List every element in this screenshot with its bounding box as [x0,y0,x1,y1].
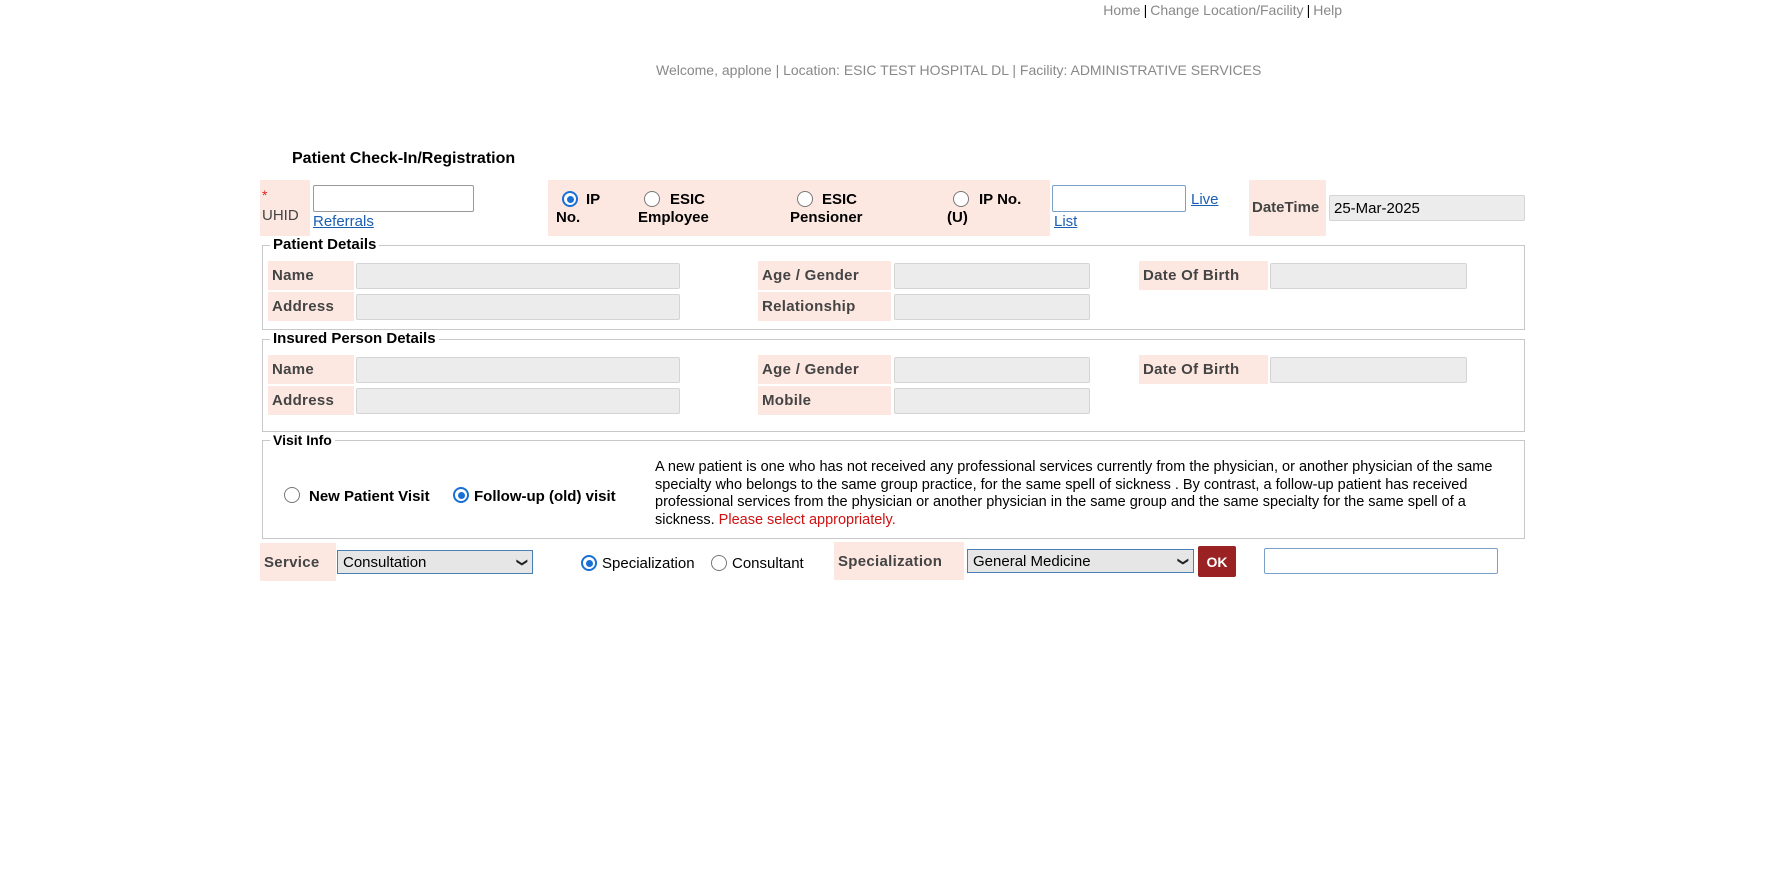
specialization-select[interactable]: General Medicine ❯ [967,549,1194,573]
uhid-label-cell: * UHID [260,180,310,236]
insured-address-field [356,388,680,414]
uhid-label: UHID [262,207,299,224]
extra-input[interactable] [1264,548,1498,574]
specialization-select-value: General Medicine [973,552,1091,570]
datetime-label: DateTime [1252,199,1320,216]
insured-details-legend: Insured Person Details [270,330,439,347]
insured-name-field [356,357,680,383]
patient-details-legend: Patient Details [270,236,380,253]
service-select[interactable]: Consultation ❯ [337,550,533,574]
home-link[interactable]: Home [1103,2,1140,18]
insured-address-label: Address [268,386,354,415]
visit-info-legend: Visit Info [270,432,335,448]
required-mark: * [262,187,268,203]
chevron-down-icon: ❯ [515,557,528,567]
insured-dob-label: Date Of Birth [1139,355,1268,384]
top-nav: Home | Change Location/Facility | Help [1103,2,1342,18]
new-visit-label: New Patient Visit [309,488,430,505]
esic-pensioner-label-2: Pensioner [790,209,863,226]
mobile-label: Mobile [758,386,891,415]
insured-age-gender-label: Age / Gender [758,355,891,384]
insured-name-label: Name [268,355,354,384]
id-type-radio-group [548,180,1050,236]
patient-age-gender-label: Age / Gender [758,261,891,290]
ip-number-input[interactable] [1052,185,1186,212]
specialization-radio[interactable] [581,555,597,571]
visit-info-note: A new patient is one who has not receive… [655,459,1513,529]
followup-visit-radio[interactable] [453,487,469,503]
patient-address-field [356,294,680,320]
patient-name-field [356,263,680,289]
ipno-u-label-2: (U) [947,209,968,226]
followup-visit-label: Follow-up (old) visit [474,488,616,505]
insured-age-gender-field [894,357,1090,383]
ipno-u-radio[interactable] [953,191,969,207]
nav-separator: | [1143,2,1148,18]
uhid-input[interactable] [313,185,474,212]
ipno-radio-label-1: IP [586,191,601,208]
visit-info-warning: Please select appropriately. [718,511,896,528]
new-visit-radio[interactable] [284,487,300,503]
esic-employee-label-1: ESIC [670,191,706,208]
change-location-link[interactable]: Change Location/Facility [1150,2,1303,18]
relationship-label: Relationship [758,292,891,321]
live-list-link-2[interactable]: List [1054,213,1077,230]
ipno-radio-label-2: No. [556,209,581,226]
ok-button[interactable]: OK [1198,546,1236,577]
esic-employee-label-2: Employee [638,209,709,226]
patient-age-gender-field [894,263,1090,289]
esic-pensioner-label-1: ESIC [822,191,858,208]
referrals-link[interactable]: Referrals [313,213,374,230]
service-label: Service [260,543,336,581]
esic-pensioner-radio[interactable] [797,191,813,207]
relationship-field [894,294,1090,320]
insured-details-section [262,339,1525,432]
specialization-label: Specialization [834,542,964,580]
ipno-radio[interactable] [562,191,578,207]
patient-name-label: Name [268,261,354,290]
datetime-field [1329,195,1525,221]
consultant-radio-label: Consultant [732,555,804,572]
help-link[interactable]: Help [1313,2,1342,18]
insured-dob-field [1270,357,1467,383]
nav-separator: | [1306,2,1311,18]
specialization-radio-label: Specialization [602,555,695,572]
page-title: Patient Check-In/Registration [292,150,516,167]
ipno-u-label-1: IP No. [979,191,1022,208]
patient-dob-field [1270,263,1467,289]
live-list-link-1[interactable]: Live [1191,191,1219,208]
datetime-label-cell: DateTime [1249,180,1326,236]
mobile-field [894,388,1090,414]
welcome-text: Welcome, applone | Location: ESIC TEST H… [656,62,1262,78]
esic-employee-radio[interactable] [644,191,660,207]
consultant-radio[interactable] [711,555,727,571]
patient-address-label: Address [268,292,354,321]
patient-dob-label: Date Of Birth [1139,261,1268,290]
service-select-value: Consultation [343,553,427,571]
chevron-down-icon: ❯ [1176,556,1189,566]
